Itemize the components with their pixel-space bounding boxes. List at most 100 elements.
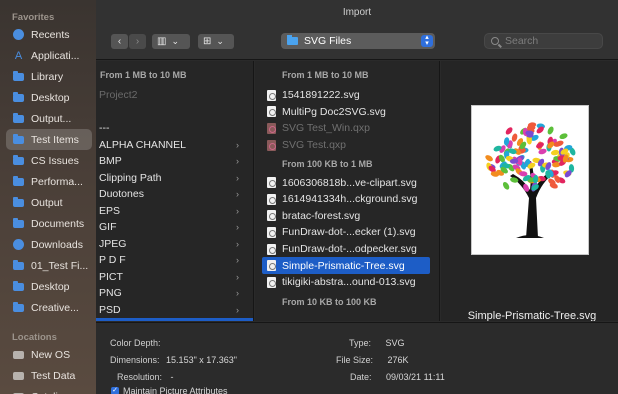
file-row[interactable]: bratac-forest.svg bbox=[255, 208, 439, 225]
folder-row-label: ALPHA CHANNEL bbox=[99, 138, 186, 151]
filesize-label: File Size: bbox=[336, 355, 374, 365]
browser-column-2[interactable]: From 1 MB to 10 MB 1541891222.svg MultiPg… bbox=[255, 61, 440, 321]
sidebar-item[interactable]: Downloads bbox=[6, 234, 92, 255]
sidebar-item[interactable]: Desktop bbox=[6, 276, 92, 297]
folder-row[interactable]: EPS › bbox=[96, 203, 253, 220]
file-info-panel: Color Depth: Dimensions: 15.153" x 17.36… bbox=[96, 322, 618, 394]
gallery-view-button[interactable]: ⊞ ⌄ bbox=[198, 34, 234, 49]
sidebar-item-label: CS Issues bbox=[31, 154, 79, 167]
folder-row[interactable]: Duotones › bbox=[96, 186, 253, 203]
folder-row[interactable]: SVG Files› bbox=[96, 318, 253, 321]
folder-row-label: P D F bbox=[99, 254, 126, 267]
file-row[interactable]: MultiPg Doc2SVG.svg bbox=[255, 104, 439, 121]
tree-leaf bbox=[505, 127, 513, 135]
toolbar: Import ‹ › ▥ ⌄ ⊞ ⌄ SVG Files ▴ ▾ bbox=[96, 0, 618, 60]
file-row[interactable]: tikigiki-abstra...ound-013.svg bbox=[255, 274, 439, 291]
search-field[interactable] bbox=[484, 33, 603, 49]
sidebar-item[interactable]: CS Issues bbox=[6, 150, 92, 171]
sidebar-item-label: Catalina bbox=[31, 391, 70, 394]
chevron-right-icon: › bbox=[236, 172, 239, 183]
sidebar-item-label: Output... bbox=[31, 112, 72, 125]
maintain-attributes-checkbox[interactable]: ✓ bbox=[111, 387, 119, 394]
file-row-label: 1541891222.svg bbox=[282, 89, 360, 102]
date-label: Date: bbox=[350, 372, 372, 382]
file-row[interactable]: FunDraw-dot-...odpecker.svg bbox=[255, 241, 439, 258]
sidebar-item[interactable]: Recents bbox=[6, 24, 92, 45]
column-group-header: From 1 MB to 10 MB bbox=[282, 70, 369, 80]
quark-document-icon bbox=[267, 139, 276, 151]
folder-row[interactable]: Project2 bbox=[96, 87, 253, 104]
dimensions-value: 15.153" x 17.363" bbox=[166, 355, 237, 365]
chevron-down-icon: ⌄ bbox=[216, 36, 224, 46]
file-row[interactable]: Simple-Prismatic-Tree.svg bbox=[262, 257, 430, 274]
sidebar-item-label: Desktop bbox=[31, 91, 70, 104]
folder-row[interactable]: PSD › bbox=[96, 302, 253, 319]
file-row[interactable]: 1614941334h...ckground.svg bbox=[255, 191, 439, 208]
file-row[interactable]: FunDraw-dot-...ecker (1).svg bbox=[255, 224, 439, 241]
file-row[interactable]: SVG Test.qxp bbox=[255, 137, 439, 154]
folder-row[interactable] bbox=[96, 104, 253, 121]
path-popup[interactable]: SVG Files ▴ ▾ bbox=[281, 33, 435, 49]
sidebar-item[interactable]: Output... bbox=[6, 108, 92, 129]
sidebar-item-label: Recents bbox=[31, 28, 70, 41]
folder-row[interactable]: P D F › bbox=[96, 252, 253, 269]
svg-file-icon bbox=[267, 276, 276, 288]
svg-file-icon bbox=[267, 226, 276, 238]
column-view-button[interactable]: ▥ ⌄ bbox=[152, 34, 190, 49]
search-input[interactable] bbox=[505, 35, 595, 47]
folder-icon bbox=[13, 302, 24, 312]
folder-row[interactable]: --- bbox=[96, 120, 253, 137]
folder-row[interactable]: PICT › bbox=[96, 269, 253, 286]
up-down-arrows-icon: ▴ ▾ bbox=[421, 34, 433, 47]
sidebar: Favorites Recents A Applicati... Library Des… bbox=[0, 0, 96, 394]
folder-icon bbox=[13, 197, 24, 207]
file-row[interactable]: 1541891222.svg bbox=[255, 87, 439, 104]
type-value: SVG bbox=[385, 338, 405, 348]
folder-row[interactable]: JPEG › bbox=[96, 236, 253, 253]
locations-header: Locations bbox=[12, 332, 57, 343]
svg-file-icon bbox=[267, 243, 276, 255]
folder-row[interactable]: GIF › bbox=[96, 219, 253, 236]
back-button[interactable]: ‹ bbox=[111, 34, 128, 49]
folder-row-label: PICT bbox=[99, 270, 123, 283]
tree-leaf bbox=[547, 126, 554, 135]
sidebar-item[interactable]: Test Items bbox=[6, 129, 92, 150]
browser-column-1[interactable]: From 1 MB to 10 MB Project2 --- ALPHA CHAN… bbox=[96, 61, 254, 321]
window-title: Import bbox=[342, 7, 372, 18]
folder-icon bbox=[13, 134, 24, 144]
document-icon bbox=[13, 218, 24, 228]
svg-file-icon bbox=[267, 89, 276, 101]
sidebar-item[interactable]: 01_Test Fi... bbox=[6, 255, 92, 276]
sidebar-item[interactable]: A Applicati... bbox=[6, 45, 92, 66]
file-row[interactable]: 1606306818b...ve-clipart.svg bbox=[255, 174, 439, 191]
sidebar-item[interactable]: Performa... bbox=[6, 171, 92, 192]
column-group-header: From 1 MB to 10 MB bbox=[100, 70, 187, 80]
date-row: Date: 09/03/21 11:11 bbox=[350, 372, 445, 382]
folder-row-label: --- bbox=[99, 122, 110, 135]
sidebar-location-item[interactable]: New OS bbox=[6, 344, 92, 365]
file-row-label: MultiPg Doc2SVG.svg bbox=[282, 105, 386, 118]
folder-row[interactable]: BMP › bbox=[96, 153, 253, 170]
sidebar-item[interactable]: Desktop bbox=[6, 87, 92, 108]
sidebar-location-item[interactable]: Test Data bbox=[6, 365, 92, 386]
folder-row-label: EPS bbox=[99, 204, 121, 217]
chevron-down-icon: ⌄ bbox=[171, 36, 179, 46]
folder-row[interactable]: ALPHA CHANNEL › bbox=[96, 137, 253, 154]
svg-file-icon bbox=[267, 193, 276, 205]
file-row-label: tikigiki-abstra...ound-013.svg bbox=[282, 276, 416, 289]
sidebar-item[interactable]: Creative... bbox=[6, 297, 92, 318]
sidebar-location-item[interactable]: Catalina bbox=[6, 386, 92, 394]
sidebar-item[interactable]: Library bbox=[6, 66, 92, 87]
type-label: Type: bbox=[349, 338, 372, 348]
sidebar-item[interactable]: Output bbox=[6, 192, 92, 213]
maintain-attributes-label: Maintain Picture Attributes bbox=[123, 386, 228, 394]
folder-row[interactable]: PNG › bbox=[96, 285, 253, 302]
download-icon bbox=[13, 239, 24, 250]
sidebar-item[interactable]: Documents bbox=[6, 213, 92, 234]
file-row[interactable]: SVG Test_Win.qxp bbox=[255, 120, 439, 137]
color-depth-label: Color Depth: bbox=[110, 338, 161, 348]
folder-row[interactable]: Clipping Path › bbox=[96, 170, 253, 187]
forward-button[interactable]: › bbox=[129, 34, 146, 49]
tree-image bbox=[485, 122, 576, 238]
tree-leaf bbox=[559, 133, 568, 140]
